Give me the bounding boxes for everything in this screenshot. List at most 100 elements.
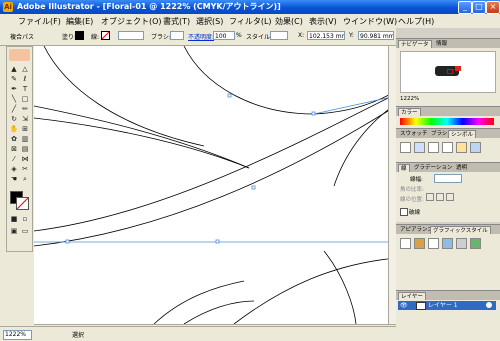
symbol-swatch[interactable] — [456, 142, 467, 153]
align-outside-icon[interactable] — [446, 193, 454, 201]
align-center-icon[interactable] — [426, 193, 434, 201]
gradient-tool-icon[interactable]: ▤ — [20, 145, 30, 153]
color-spectrum[interactable] — [400, 118, 494, 125]
bottom-left-curve — [153, 280, 245, 324]
free-transform-tool-icon[interactable]: ⊞ — [20, 125, 30, 133]
tab-gradient[interactable]: グラデーション — [412, 164, 454, 172]
symbol-sprayer-tool-icon[interactable]: ✿ — [9, 135, 19, 143]
x-coordinate-input[interactable]: 102.153 mm — [307, 31, 345, 40]
corner-ratio-label: 角の比率: — [400, 187, 424, 193]
symbol-swatch[interactable] — [470, 142, 481, 153]
bowl-curve — [183, 46, 396, 115]
symbols-panel — [396, 138, 500, 162]
menu-bar: ファイル(F) 編集(E) オブジェクト(O) 書式(T) 選択(S) フィルタ… — [0, 14, 500, 28]
menu-edit[interactable]: 編集(E) — [66, 16, 93, 27]
rotate-tool-icon[interactable]: ↻ — [9, 115, 19, 123]
hand-tool-icon[interactable]: ☚ — [9, 175, 19, 183]
menu-file[interactable]: ファイル(F) — [18, 16, 61, 27]
direct-selection-tool-icon[interactable]: △ — [20, 65, 30, 73]
style-swatch[interactable] — [414, 238, 425, 249]
stroke-swatch[interactable] — [101, 31, 110, 40]
stroke-label: 線: — [91, 34, 100, 41]
eyedropper-tool-icon[interactable]: ⁄ — [9, 155, 19, 163]
zoom-level-field[interactable]: 1222% — [3, 330, 32, 340]
symbol-swatch[interactable] — [442, 142, 453, 153]
dashed-checkbox[interactable] — [400, 208, 408, 216]
symbol-swatch[interactable] — [428, 142, 439, 153]
stroke-color-icon[interactable] — [16, 197, 29, 210]
menu-object[interactable]: オブジェクト(O) — [101, 16, 162, 27]
eye-icon[interactable]: 👁 — [400, 301, 408, 310]
y-label: Y: — [349, 32, 354, 39]
color-mode-icon[interactable]: ■ — [9, 215, 19, 223]
selection-tool-icon[interactable]: ▲ — [9, 65, 19, 73]
warp-tool-icon[interactable]: ✋ — [9, 125, 19, 133]
brush-label: ブラシ: — [151, 34, 171, 41]
fill-swatch[interactable] — [75, 31, 84, 40]
close-button[interactable]: × — [486, 1, 500, 14]
screen-mode-icon[interactable]: ▣ — [9, 227, 19, 235]
type-tool-icon[interactable]: T — [20, 85, 30, 93]
menu-filter[interactable]: フィルタ(L) — [229, 16, 272, 27]
opacity-input[interactable]: 100 — [213, 31, 235, 40]
view-box[interactable] — [447, 69, 453, 74]
menu-window[interactable]: ウインドウ(W) — [343, 16, 397, 27]
minimize-button[interactable]: _ — [458, 1, 472, 14]
tab-brushes[interactable]: ブラシ — [429, 130, 449, 138]
menu-view[interactable]: 表示(V) — [309, 16, 337, 27]
full-screen-mode-icon[interactable]: ▭ — [20, 227, 30, 235]
pencil-tool-icon[interactable]: ✏ — [20, 105, 30, 113]
stroke-align-label: 線の位置: — [400, 197, 424, 203]
style-swatch[interactable] — [400, 238, 411, 249]
menu-type[interactable]: 書式(T) — [163, 16, 190, 27]
bottom-stroke — [183, 300, 255, 324]
live-paint-tool-icon[interactable]: ◈ — [9, 165, 19, 173]
stroke-weight-input[interactable] — [434, 174, 462, 183]
tab-swatches[interactable]: スウォッチ — [398, 130, 430, 138]
target-icon[interactable] — [486, 302, 492, 308]
rectangle-tool-icon[interactable]: □ — [20, 95, 30, 103]
style-select[interactable] — [270, 31, 288, 40]
artboard-canvas[interactable] — [34, 46, 396, 324]
toolbox: ▲ △ ✎ ℓ ✒ T ╲ □ ╱ ✏ ↻ ⇲ ✋ ⊞ ✿ ▥ ⊠ ▤ ⁄ ⋈ … — [6, 46, 33, 252]
symbol-swatch[interactable] — [414, 142, 425, 153]
none-mode-icon[interactable]: ▫ — [20, 215, 30, 223]
mesh-tool-icon[interactable]: ⊠ — [9, 145, 19, 153]
symbol-swatch[interactable] — [400, 142, 411, 153]
style-swatch[interactable] — [428, 238, 439, 249]
y-coordinate-input[interactable]: 90.981 mm — [358, 31, 394, 40]
style-swatch[interactable] — [470, 238, 481, 249]
layer-row[interactable]: 👁 レイヤー 1 — [398, 301, 496, 310]
scale-tool-icon[interactable]: ⇲ — [20, 115, 30, 123]
paintbrush-tool-icon[interactable]: ╱ — [9, 105, 19, 113]
menu-select[interactable]: 選択(S) — [196, 16, 223, 27]
tab-transparency[interactable]: 透明 — [454, 164, 469, 172]
stroke-panel: 線幅: 角の比率: 線の位置: 破線 — [396, 172, 500, 222]
title-bar: Ai Adobe Illustrator - [Floral-01 @ 1222… — [0, 0, 500, 14]
navigator-zoom[interactable]: 1222% — [400, 96, 419, 102]
menu-help[interactable]: ヘルプ(H) — [398, 16, 434, 27]
line-tool-icon[interactable]: ╲ — [9, 95, 19, 103]
style-swatch[interactable] — [442, 238, 453, 249]
selection-type-label: 複合パス — [10, 34, 35, 41]
color-panel — [396, 116, 500, 128]
opacity-link[interactable]: 不透明度: — [188, 32, 214, 41]
stroke-weight-select[interactable] — [118, 31, 144, 40]
magic-wand-tool-icon[interactable]: ✎ — [9, 75, 19, 83]
brush-select[interactable] — [170, 31, 184, 40]
layer-name[interactable]: レイヤー 1 — [428, 301, 458, 310]
long-diagonal-lower — [34, 105, 396, 247]
align-inside-icon[interactable] — [436, 193, 444, 201]
menu-effect[interactable]: 効果(C) — [275, 16, 303, 27]
navigator-preview[interactable] — [400, 51, 496, 93]
tab-info[interactable]: 情報 — [434, 40, 449, 48]
lasso-tool-icon[interactable]: ℓ — [20, 75, 30, 83]
opacity-unit: % — [236, 32, 242, 39]
zoom-tool-icon[interactable]: ⌕ — [20, 175, 30, 183]
pen-tool-icon[interactable]: ✒ — [9, 85, 19, 93]
maximize-button[interactable]: □ — [472, 1, 486, 14]
slice-tool-icon[interactable]: ✂ — [20, 165, 30, 173]
style-swatch[interactable] — [456, 238, 467, 249]
blend-tool-icon[interactable]: ⋈ — [20, 155, 30, 163]
column-graph-tool-icon[interactable]: ▥ — [20, 135, 30, 143]
